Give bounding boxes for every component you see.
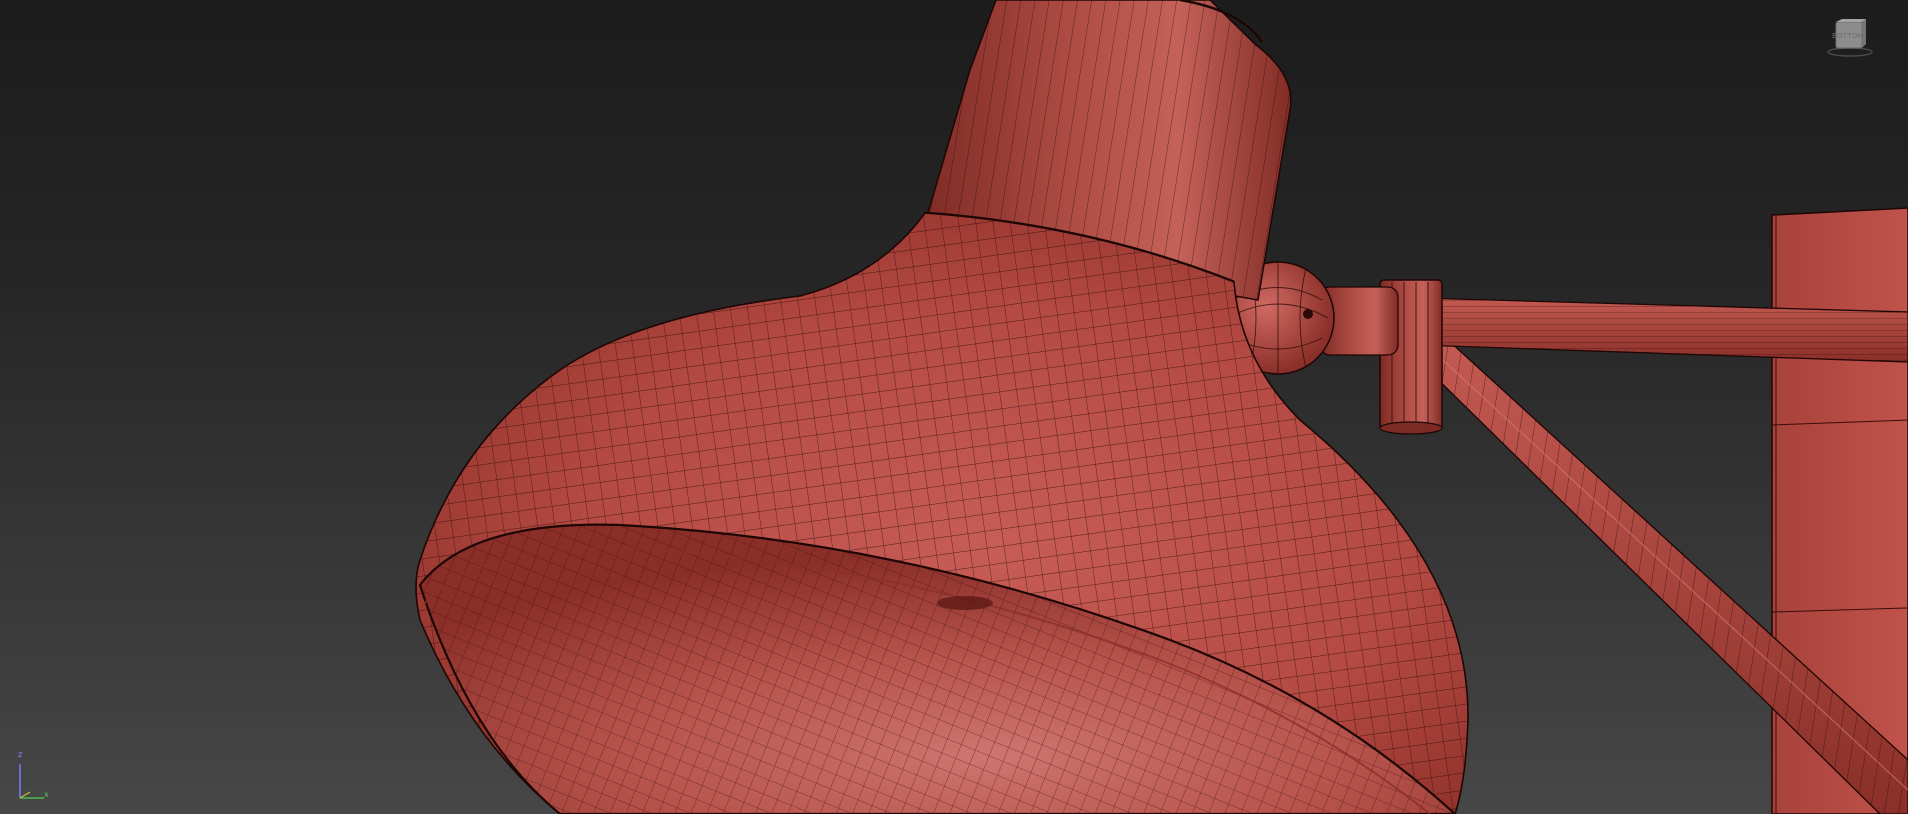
lamp-model[interactable]	[0, 0, 1908, 814]
x-axis-label: x	[44, 790, 49, 799]
hinge[interactable]	[1319, 279, 1443, 435]
y-axis-line	[19, 791, 31, 799]
viewcube[interactable]: BOTTOM	[1822, 18, 1874, 58]
z-axis-label: z	[18, 750, 23, 759]
3d-viewport[interactable]: BOTTOM z x	[0, 0, 1908, 814]
axis-gizmo: z x	[14, 750, 54, 804]
viewcube-label: BOTTOM	[1832, 32, 1864, 40]
